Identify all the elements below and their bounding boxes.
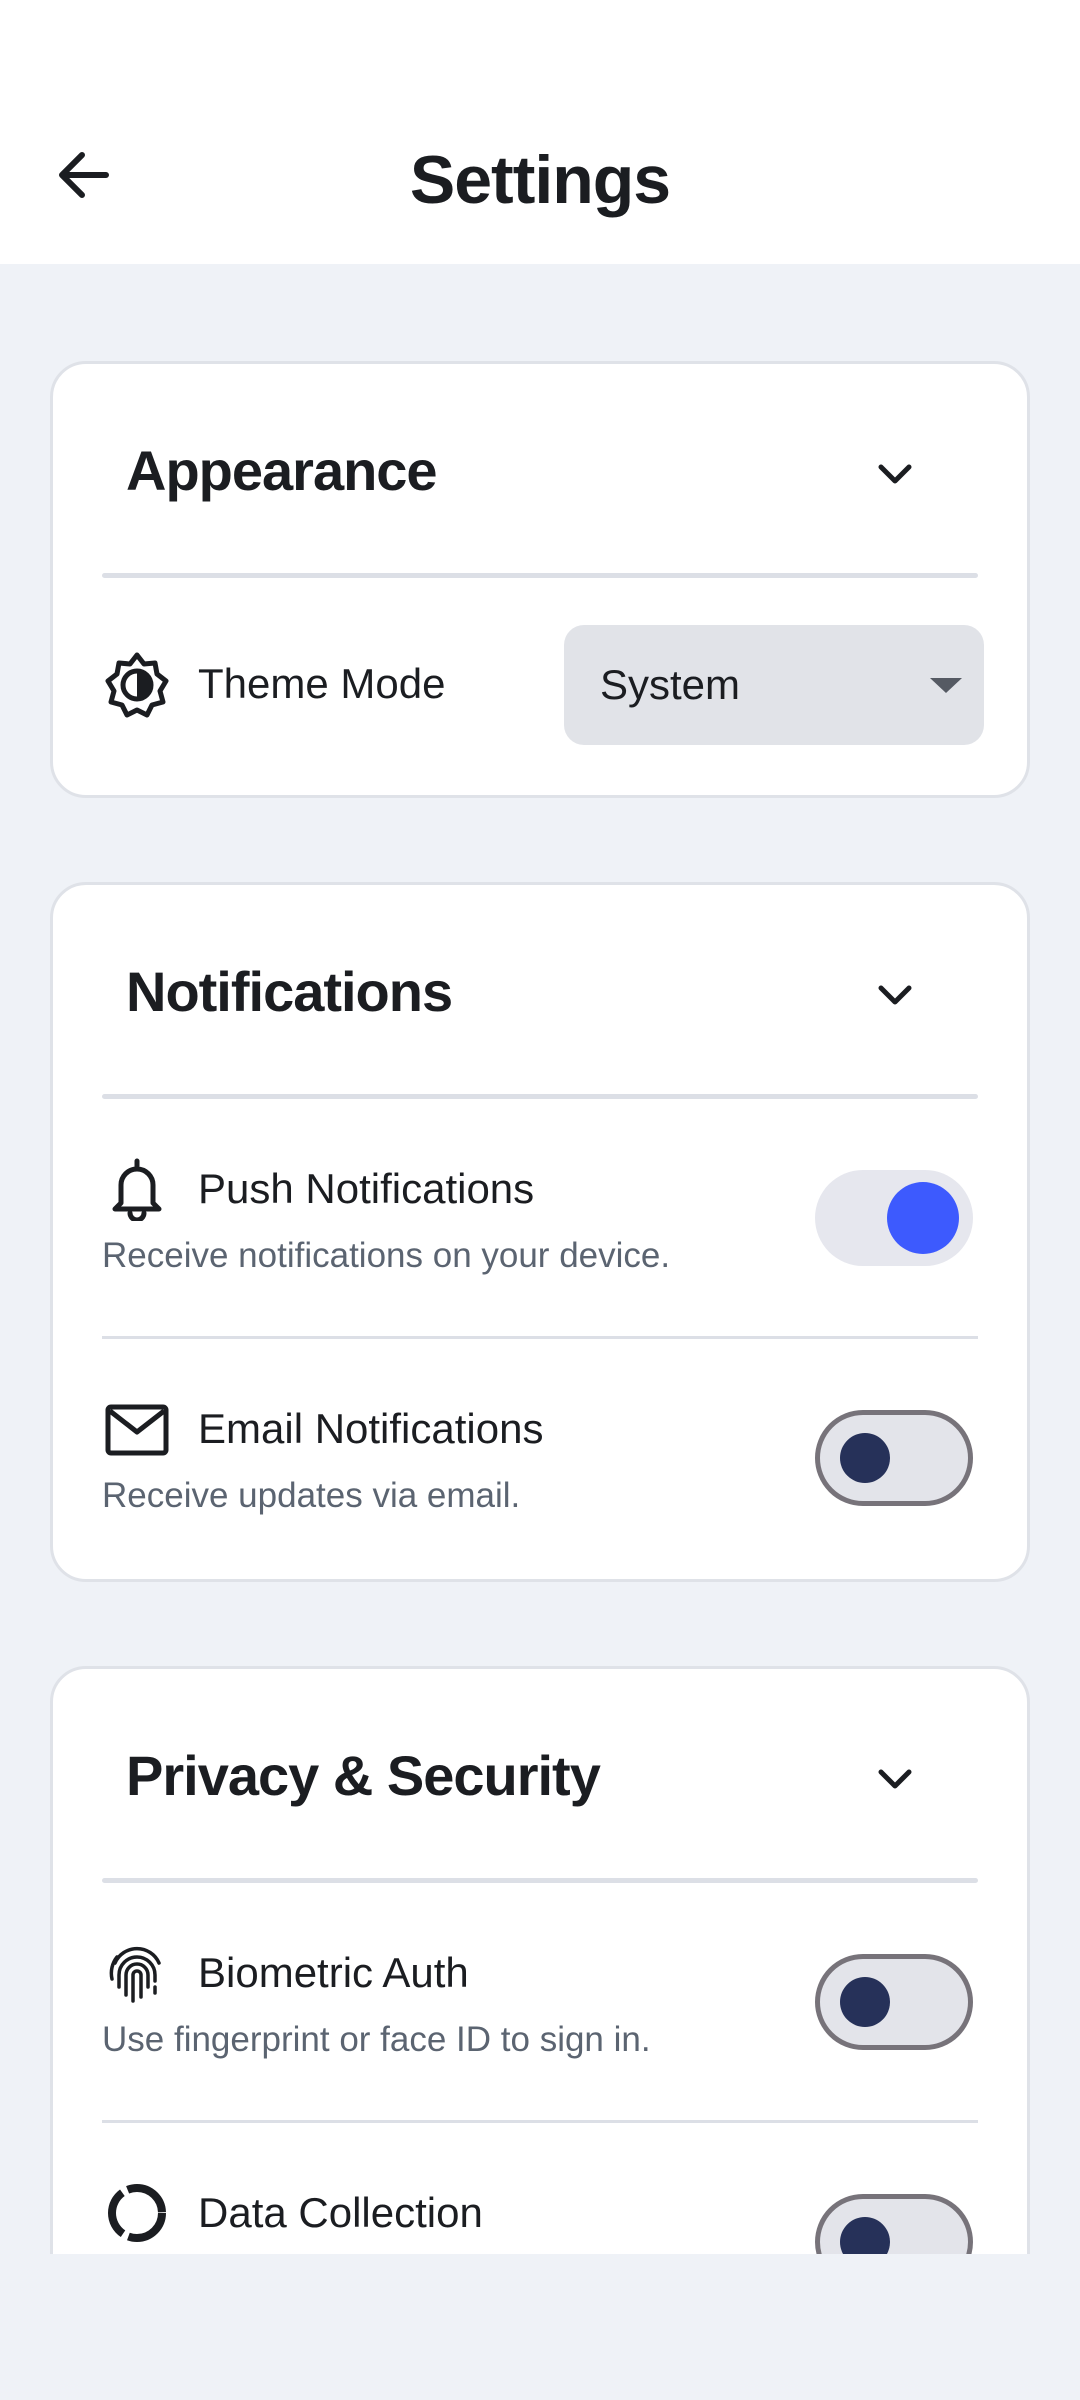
biometric-auth-toggle[interactable] — [815, 1954, 973, 2050]
fingerprint-icon — [102, 1938, 172, 2008]
appearance-card: Appearance Theme Mode System — [50, 361, 1030, 798]
theme-mode-select[interactable]: System — [564, 625, 984, 745]
bell-icon — [102, 1154, 172, 1224]
chevron-down-icon — [878, 1769, 912, 1789]
privacy-security-header[interactable]: Privacy & Security — [53, 1669, 1027, 1883]
chevron-down-icon — [878, 464, 912, 484]
theme-mode-label: Theme Mode — [198, 660, 446, 707]
toggle-knob — [840, 1433, 890, 1483]
biometric-auth-description: Use fingerprint or face ID to sign in. — [102, 2020, 651, 2059]
mail-icon — [102, 1395, 172, 1465]
toggle-knob — [887, 1182, 959, 1254]
theme-mode-row: Theme Mode System — [53, 578, 1027, 795]
data-collection-label: Data Collection — [198, 2189, 483, 2236]
privacy-security-card: Privacy & Security Biometric Auth Use fi… — [50, 1666, 1030, 2254]
biometric-auth-row: Biometric Auth Use fingerprint or face I… — [53, 1883, 1027, 2123]
data-collection-toggle[interactable] — [815, 2194, 973, 2254]
email-notifications-label: Email Notifications — [198, 1405, 544, 1452]
data-ring-icon — [102, 2178, 172, 2248]
settings-list[interactable]: Appearance Theme Mode System Notificatio… — [0, 264, 1080, 2254]
appearance-header[interactable]: Appearance — [53, 364, 1027, 578]
toggle-knob — [840, 1977, 890, 2027]
data-collection-row: Data Collection — [53, 2123, 1027, 2254]
section-title: Appearance — [126, 439, 438, 502]
notifications-header[interactable]: Notifications — [53, 885, 1027, 1099]
app-bar: Settings — [0, 0, 1080, 264]
biometric-auth-label: Biometric Auth — [198, 1949, 469, 1996]
section-title: Notifications — [126, 960, 453, 1023]
email-notifications-toggle[interactable] — [815, 1410, 973, 1506]
dropdown-arrow-icon — [930, 678, 962, 693]
email-notifications-description: Receive updates via email. — [102, 1476, 521, 1515]
email-notifications-row: Email Notifications Receive updates via … — [53, 1339, 1027, 1579]
select-value: System — [600, 661, 741, 708]
page-title: Settings — [409, 142, 671, 218]
toggle-knob — [840, 2217, 890, 2254]
chevron-down-icon — [878, 985, 912, 1005]
section-title: Privacy & Security — [126, 1744, 601, 1807]
push-notifications-row: Push Notifications Receive notifications… — [53, 1099, 1027, 1339]
push-notifications-label: Push Notifications — [198, 1165, 535, 1212]
theme-contrast-icon — [102, 650, 172, 720]
push-notifications-description: Receive notifications on your device. — [102, 1236, 671, 1275]
notifications-card: Notifications Push Notifications Receive… — [50, 882, 1030, 1582]
push-notifications-toggle[interactable] — [815, 1170, 973, 1266]
bottom-area — [0, 2254, 1080, 2400]
